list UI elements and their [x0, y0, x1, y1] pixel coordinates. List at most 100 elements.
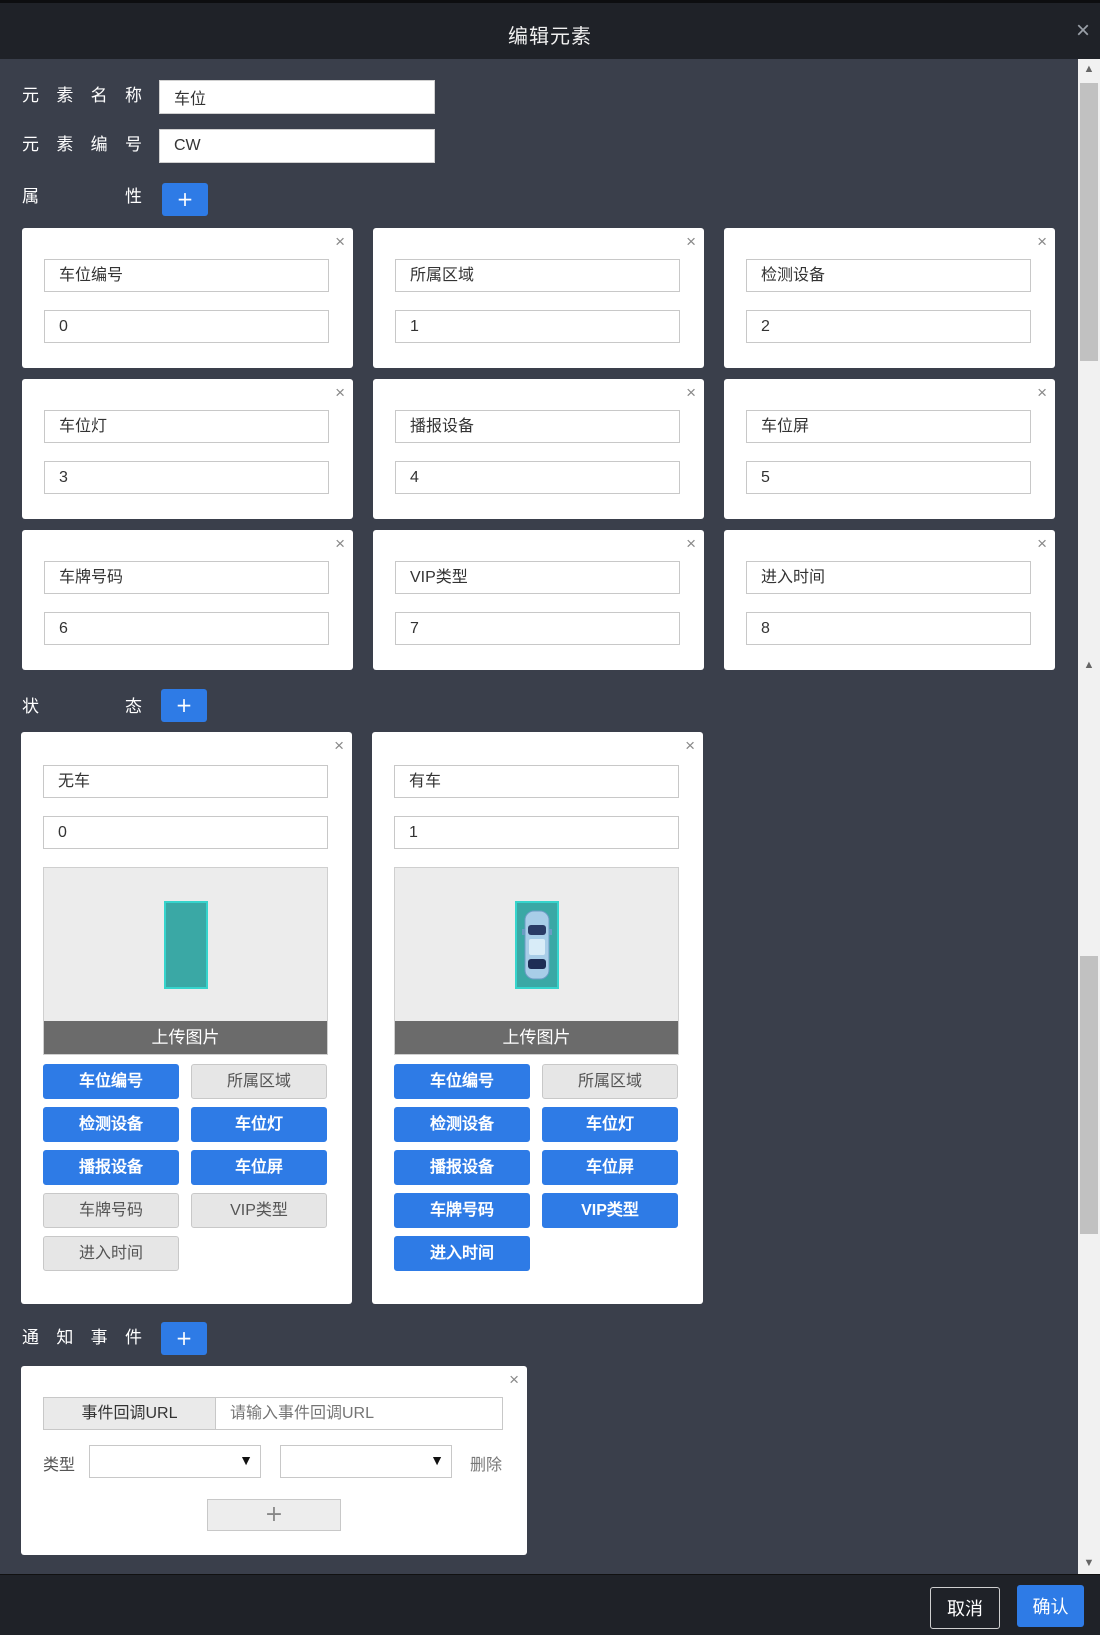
state-property-toggle[interactable]: 车位屏	[191, 1150, 327, 1185]
scroll-thumb[interactable]	[1080, 956, 1098, 1234]
label-char: 元	[22, 86, 39, 105]
state-property-toggle[interactable]: 检测设备	[394, 1107, 530, 1142]
property-name-field[interactable]: VIP类型	[395, 561, 680, 594]
remove-property-icon[interactable]: ×	[335, 232, 345, 252]
scroll-up-icon[interactable]: ▲	[1078, 655, 1100, 675]
confirm-button[interactable]: 确认	[1017, 1585, 1084, 1627]
property-value-field[interactable]: 1	[395, 310, 680, 343]
property-card: × 所属区域 1	[373, 228, 704, 368]
state-property-toggle[interactable]: 所属区域	[542, 1064, 678, 1099]
state-property-toggle[interactable]: 播报设备	[394, 1150, 530, 1185]
property-name-field[interactable]: 所属区域	[395, 259, 680, 292]
events-label: 通 知 事 件	[22, 1323, 142, 1348]
property-value-field[interactable]: 3	[44, 461, 329, 494]
remove-property-icon[interactable]: ×	[686, 534, 696, 554]
state-name-field[interactable]: 无车	[43, 765, 328, 798]
vertical-scrollbar[interactable]: ▲ ▲ ▼	[1078, 59, 1100, 1574]
add-state-button[interactable]: +	[161, 689, 207, 722]
state-property-toggle[interactable]: VIP类型	[542, 1193, 678, 1228]
event-subtype-select[interactable]: ▼	[280, 1445, 452, 1478]
upload-image-button[interactable]: 上传图片	[395, 1021, 678, 1054]
property-card: × 进入时间 8	[724, 530, 1055, 670]
add-event-button[interactable]: +	[161, 1322, 207, 1355]
event-type-select[interactable]: ▼	[89, 1445, 261, 1478]
label-char: 称	[124, 86, 142, 105]
state-property-toggle[interactable]: 车位编号	[394, 1064, 530, 1099]
dialog-title: 编辑元素	[508, 26, 592, 48]
state-property-toggle[interactable]: 进入时间	[43, 1236, 179, 1271]
dialog-header: 编辑元素 ×	[0, 0, 1100, 59]
property-name-field[interactable]: 进入时间	[746, 561, 1031, 594]
event-type-label: 类型	[43, 1457, 76, 1474]
element-name-label: 元 素 名 称	[22, 81, 142, 106]
remove-property-icon[interactable]: ×	[1037, 383, 1047, 403]
property-name-field[interactable]: 车位屏	[746, 410, 1031, 443]
add-type-button[interactable]: +	[207, 1499, 341, 1531]
state-value-field[interactable]: 1	[394, 816, 679, 849]
property-name-field[interactable]: 播报设备	[395, 410, 680, 443]
label-char: 素	[56, 135, 74, 154]
state-property-toggle[interactable]: 车位灯	[191, 1107, 327, 1142]
label-char: 元	[22, 135, 39, 154]
property-value-field[interactable]: 6	[44, 612, 329, 645]
scroll-thumb[interactable]	[1080, 83, 1098, 361]
remove-property-icon[interactable]: ×	[335, 383, 345, 403]
property-name-field[interactable]: 检测设备	[746, 259, 1031, 292]
callback-url-addon: 事件回调URL	[44, 1398, 216, 1429]
state-property-toggle[interactable]: 车位屏	[542, 1150, 678, 1185]
state-property-toggle[interactable]: 车牌号码	[43, 1193, 179, 1228]
state-property-toggle[interactable]: 车位灯	[542, 1107, 678, 1142]
property-value-field[interactable]: 7	[395, 612, 680, 645]
upload-image-button[interactable]: 上传图片	[44, 1021, 327, 1054]
property-card: × 车牌号码 6	[22, 530, 353, 670]
close-icon[interactable]: ×	[1076, 17, 1090, 45]
dropdown-caret-icon: ▼	[239, 1452, 253, 1468]
dialog-footer: 取消 确认	[0, 1574, 1100, 1635]
element-code-label: 元 素 编 号	[22, 130, 142, 155]
property-name-field[interactable]: 车位编号	[44, 259, 329, 292]
state-property-toggle[interactable]: 检测设备	[43, 1107, 179, 1142]
cancel-button[interactable]: 取消	[930, 1587, 1000, 1629]
property-value-field[interactable]: 5	[746, 461, 1031, 494]
scroll-down-icon[interactable]: ▼	[1078, 1553, 1100, 1573]
property-value-field[interactable]: 8	[746, 612, 1031, 645]
property-name-field[interactable]: 车牌号码	[44, 561, 329, 594]
state-image-area: 上传图片	[394, 867, 679, 1055]
property-name-field[interactable]: 车位灯	[44, 410, 329, 443]
scroll-up-icon[interactable]: ▲	[1078, 59, 1100, 79]
label-char: 名	[90, 86, 108, 105]
state-property-toggle[interactable]: 所属区域	[191, 1064, 327, 1099]
property-value-field[interactable]: 2	[746, 310, 1031, 343]
state-property-toggle[interactable]: 车牌号码	[394, 1193, 530, 1228]
delete-type-link[interactable]: 删除	[470, 1451, 502, 1475]
property-card: × 车位屏 5	[724, 379, 1055, 519]
remove-property-icon[interactable]: ×	[686, 383, 696, 403]
remove-state-icon[interactable]: ×	[334, 736, 344, 756]
state-image-area: 上传图片	[43, 867, 328, 1055]
callback-url-group: 事件回调URL	[43, 1397, 503, 1430]
property-card: × 车位编号 0	[22, 228, 353, 368]
remove-property-icon[interactable]: ×	[1037, 232, 1047, 252]
callback-url-input[interactable]	[216, 1398, 502, 1429]
states-label: 状 态	[22, 692, 142, 717]
remove-event-icon[interactable]: ×	[509, 1370, 519, 1390]
state-property-toggle[interactable]: 进入时间	[394, 1236, 530, 1271]
state-property-toggle[interactable]: VIP类型	[191, 1193, 327, 1228]
property-value-field[interactable]: 4	[395, 461, 680, 494]
state-name-field[interactable]: 有车	[394, 765, 679, 798]
label-char: 性	[125, 187, 142, 206]
dropdown-caret-icon: ▼	[430, 1452, 444, 1468]
remove-property-icon[interactable]: ×	[335, 534, 345, 554]
properties-label: 属 性	[22, 182, 142, 207]
remove-property-icon[interactable]: ×	[686, 232, 696, 252]
remove-state-icon[interactable]: ×	[685, 736, 695, 756]
element-name-input[interactable]	[159, 80, 435, 114]
state-value-field[interactable]: 0	[43, 816, 328, 849]
add-property-button[interactable]: +	[162, 183, 208, 216]
element-code-input[interactable]	[159, 129, 435, 163]
remove-property-icon[interactable]: ×	[1037, 534, 1047, 554]
state-property-toggle[interactable]: 车位编号	[43, 1064, 179, 1099]
property-value-field[interactable]: 0	[44, 310, 329, 343]
state-property-toggle[interactable]: 播报设备	[43, 1150, 179, 1185]
property-card: × 播报设备 4	[373, 379, 704, 519]
